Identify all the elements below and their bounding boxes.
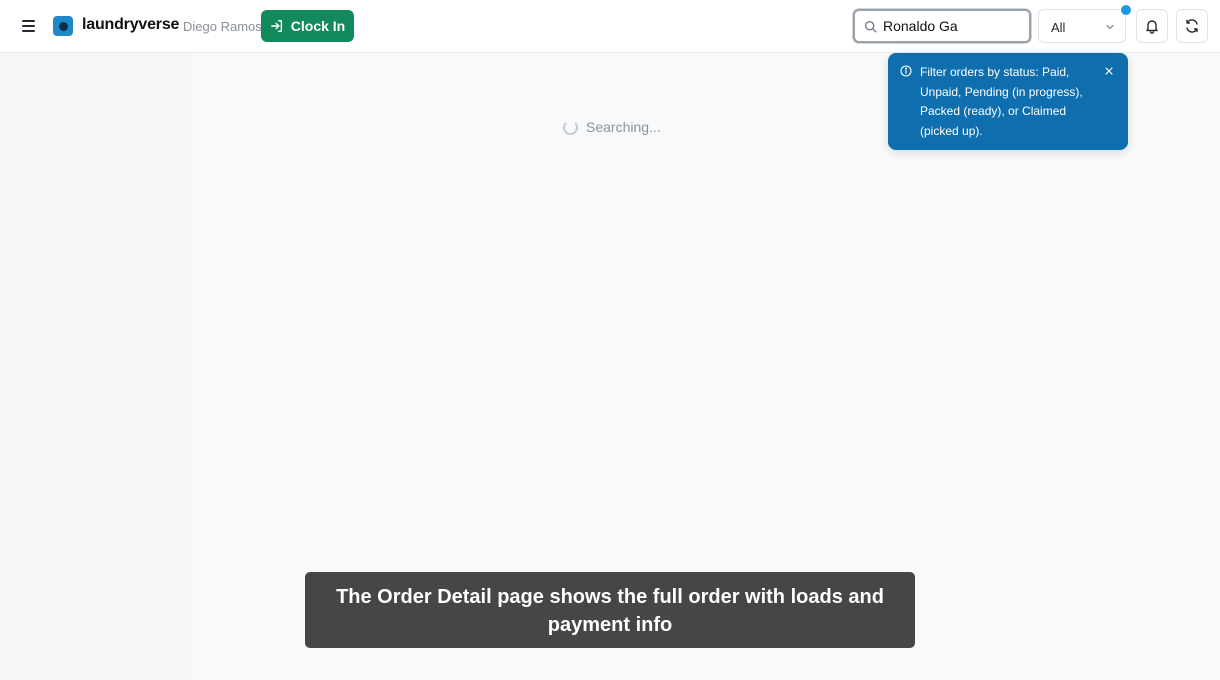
menu-icon[interactable] (16, 14, 40, 38)
chevron-down-icon (1106, 24, 1114, 30)
close-icon[interactable] (1104, 66, 1114, 76)
refresh-icon (1186, 19, 1198, 33)
brand-name: laundryverse (82, 16, 180, 33)
refresh-button[interactable] (1176, 9, 1208, 43)
tooltip-text: Filter orders by status: Paid, Unpaid, P… (920, 65, 1083, 138)
caption-overlay: The Order Detail page shows the full ord… (305, 572, 915, 648)
search-icon (864, 20, 877, 33)
info-icon (900, 65, 912, 77)
spinner-icon (563, 119, 578, 135)
logo-icon (53, 16, 73, 36)
search-status: Searching... (563, 119, 661, 135)
login-icon (270, 20, 282, 32)
search-box[interactable] (853, 9, 1031, 43)
search-status-text: Searching... (586, 119, 661, 135)
bell-icon (1146, 20, 1158, 34)
search-input[interactable] (883, 16, 1023, 36)
notification-dot (1120, 4, 1132, 16)
status-filter-select[interactable]: All (1038, 9, 1126, 43)
left-pane (0, 54, 192, 680)
status-filter-tooltip: Filter orders by status: Paid, Unpaid, P… (888, 53, 1128, 150)
user-name: Diego Ramos (183, 19, 262, 34)
top-bar: laundryverse Diego Ramos Clock In All (0, 0, 1220, 53)
clock-in-label: Clock In (290, 18, 346, 34)
clock-in-button[interactable]: Clock In (261, 10, 354, 42)
notifications-button[interactable] (1136, 9, 1168, 43)
status-filter-value: All (1051, 20, 1066, 35)
